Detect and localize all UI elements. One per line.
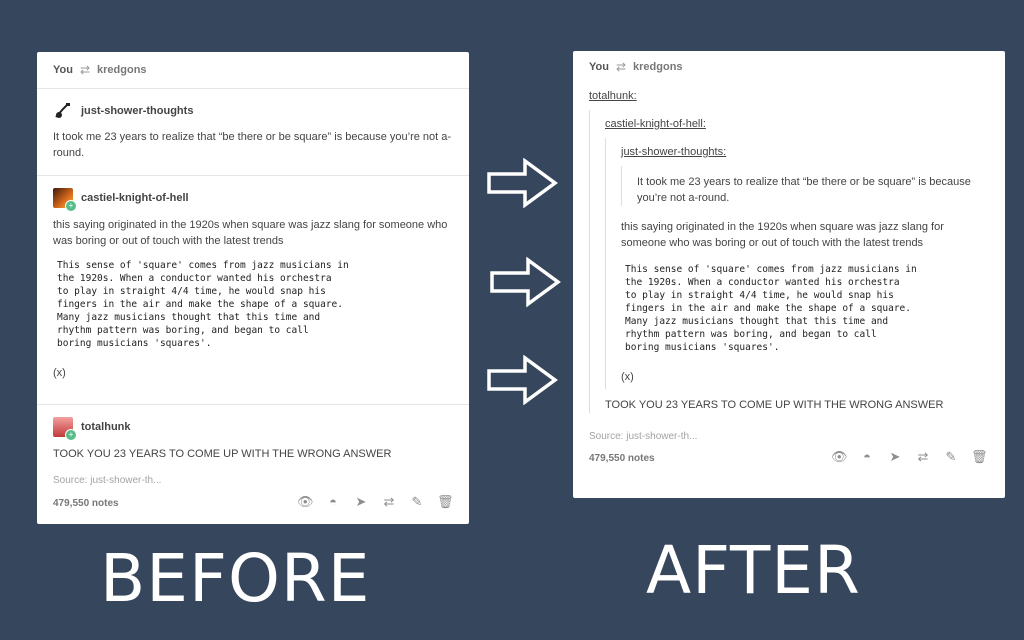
eye-icon[interactable]: 👁︎ [297, 495, 314, 509]
post-text: this saying originated in the 1920s when… [53, 219, 448, 247]
username[interactable]: totalhunk [81, 421, 131, 433]
avatar[interactable]: + [53, 188, 77, 212]
edit-icon[interactable]: ✎ [409, 495, 425, 509]
post-source[interactable]: Source: just-shower-th... [53, 475, 453, 486]
post-section-2: + castiel-knight-of-hell this saying ori… [37, 176, 469, 405]
notes-count[interactable]: 479,550 notes [53, 498, 119, 509]
post-section-1: just-shower-thoughts It took me 23 years… [37, 89, 469, 176]
level2-text: this saying originated in the 1920s when… [621, 221, 944, 249]
share-icon[interactable]: ➤ [887, 450, 903, 464]
level1-quote: castiel-knight-of-hell: just-shower-thou… [589, 110, 989, 413]
guitar-avatar-icon [55, 103, 70, 118]
follow-badge-icon[interactable]: + [65, 200, 77, 212]
source-link[interactable]: (x) [53, 365, 453, 381]
reblogged-from-user[interactable]: kredgons [633, 61, 683, 73]
trash-icon[interactable]: 🗑︎ [437, 495, 454, 509]
post-source[interactable]: Source: just-shower-th... [589, 431, 989, 442]
quoted-excerpt: This sense of 'square' comes from jazz m… [625, 264, 917, 353]
username[interactable]: castiel-knight-of-hell [81, 192, 189, 204]
right-arrow-icon [490, 257, 561, 307]
post-section-3: + totalhunk TOOK YOU 23 YEARS TO COME UP… [37, 405, 469, 523]
trash-icon[interactable]: 🗑︎ [971, 450, 988, 464]
ghost-icon[interactable]: ◓ [325, 495, 341, 509]
post-controls: 👁︎ ◓ ➤ ⇄ ✎ 🗑︎ [297, 495, 454, 509]
level2-quote: just-shower-thoughts: It took me 23 year… [605, 138, 989, 389]
after-post-card: You ⇄ kredgons totalhunk: castiel-knight… [573, 51, 1005, 498]
nested-reblog-thread: totalhunk: castiel-knight-of-hell: just-… [573, 83, 1005, 468]
level1-text: TOOK YOU 23 YEARS TO COME UP WITH THE WR… [605, 399, 944, 411]
post-header: You ⇄ kredgons [37, 52, 469, 89]
before-label: BEFORE [100, 540, 371, 617]
follow-badge-icon[interactable]: + [65, 429, 77, 441]
you-label[interactable]: You [53, 64, 73, 76]
notes-count[interactable]: 479,550 notes [589, 453, 655, 464]
source-link[interactable]: (x) [621, 369, 989, 389]
right-arrow-icon [487, 355, 558, 405]
after-label: AFTER [646, 532, 861, 609]
post-header: You ⇄ kredgons [573, 51, 1005, 83]
right-arrow-icon [487, 158, 558, 208]
avatar[interactable] [53, 101, 73, 121]
reblog-icon[interactable]: ⇄ [381, 495, 397, 509]
level2-username[interactable]: castiel-knight-of-hell: [605, 110, 989, 132]
reblog-icon: ⇄ [79, 63, 91, 77]
you-label[interactable]: You [589, 61, 609, 73]
level1-username[interactable]: totalhunk: [589, 88, 989, 104]
reblog-icon[interactable]: ⇄ [915, 450, 931, 464]
level3-username[interactable]: just-shower-thoughts: [621, 138, 989, 160]
before-post-card: You ⇄ kredgons just-shower-thoughts It t… [37, 52, 469, 524]
post-text: TOOK YOU 23 YEARS TO COME UP WITH THE WR… [53, 448, 392, 460]
ghost-icon[interactable]: ◓ [859, 450, 875, 464]
level3-text: It took me 23 years to realize that “be … [637, 176, 971, 204]
reblog-icon: ⇄ [615, 60, 627, 74]
username[interactable]: just-shower-thoughts [81, 105, 193, 117]
reblogged-from-user[interactable]: kredgons [97, 64, 147, 76]
eye-icon[interactable]: 👁︎ [831, 450, 848, 464]
share-icon[interactable]: ➤ [353, 495, 369, 509]
level3-quote: It took me 23 years to realize that “be … [621, 166, 989, 206]
edit-icon[interactable]: ✎ [943, 450, 959, 464]
post-controls: 👁︎ ◓ ➤ ⇄ ✎ 🗑︎ [831, 450, 988, 464]
post-text: It took me 23 years to realize that “be … [53, 131, 452, 159]
avatar[interactable]: + [53, 417, 77, 441]
quoted-excerpt: This sense of 'square' comes from jazz m… [57, 260, 349, 349]
